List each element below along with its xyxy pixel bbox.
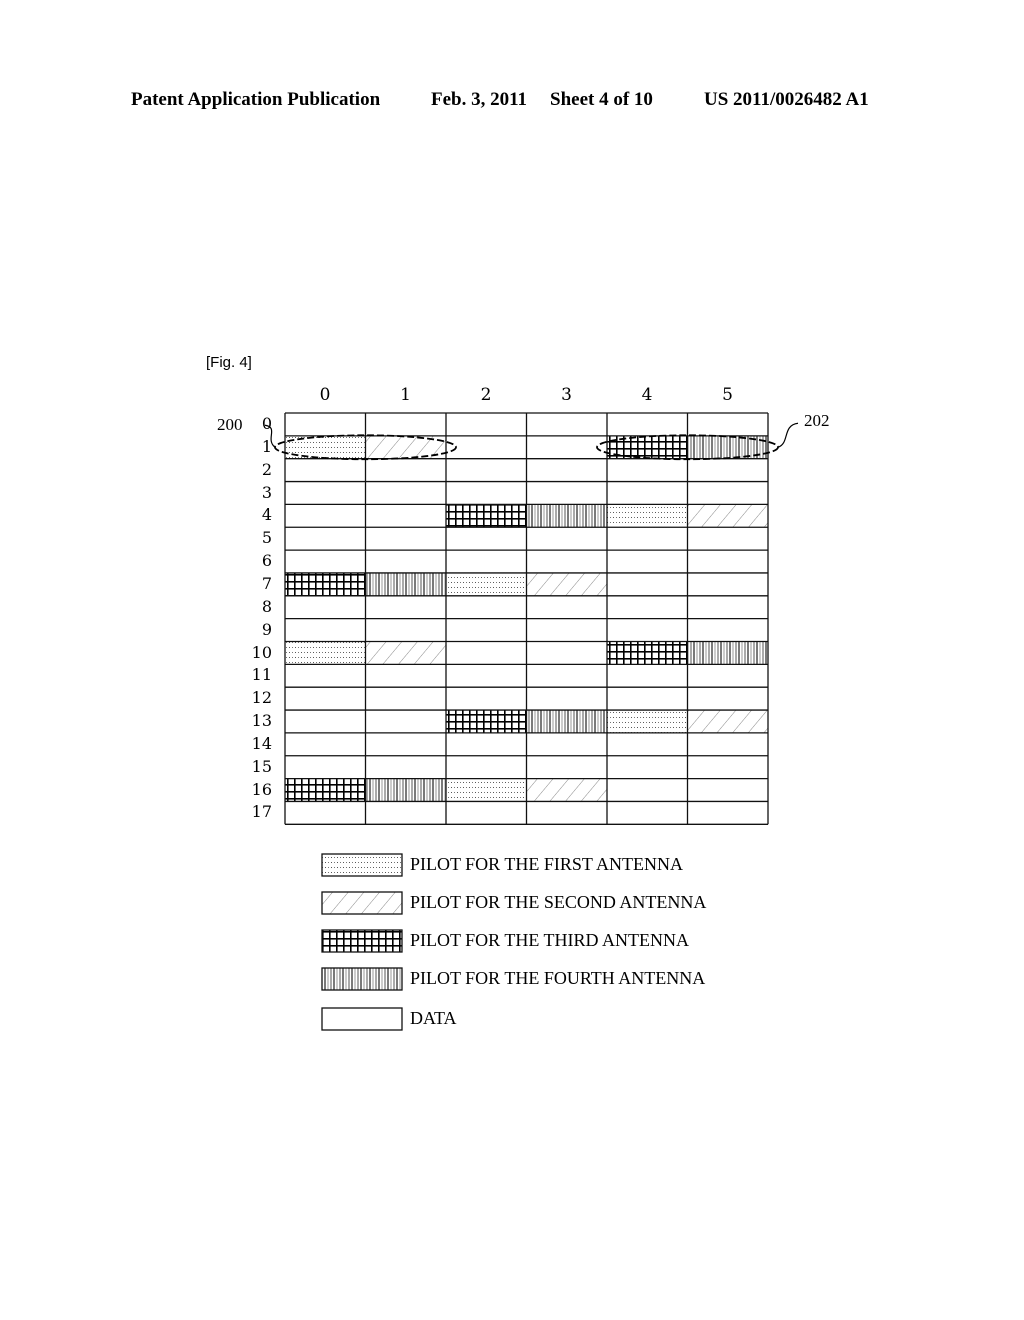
leader-line-202	[777, 422, 799, 448]
pilot-cell-fourth	[365, 778, 446, 802]
legend-swatch-first	[321, 853, 403, 877]
leader-line-200	[264, 424, 276, 448]
legend-swatch-third	[321, 929, 403, 953]
legend-label-second: PILOT FOR THE SECOND ANTENNA	[410, 892, 707, 912]
legend-label-first: PILOT FOR THE FIRST ANTENNA	[410, 854, 684, 874]
pilot-cell-fourth	[365, 572, 446, 596]
pilot-cell-third	[446, 504, 527, 528]
pilot-cell-third	[285, 778, 366, 802]
pilot-cell-second	[526, 572, 607, 596]
pilot-cell-fourth	[687, 641, 768, 665]
legend-label-data: DATA	[410, 1008, 457, 1028]
pilot-cell-second	[365, 641, 446, 665]
pilot-cell-third	[446, 710, 527, 733]
pilot-cell-first	[285, 641, 366, 665]
pilot-cell-first	[607, 710, 688, 733]
pilot-cell-third	[285, 572, 366, 596]
pilot-cell-fourth	[526, 710, 607, 733]
pilot-cell-third	[607, 641, 688, 665]
pilot-cell-second	[687, 710, 768, 733]
legend-label-third: PILOT FOR THE THIRD ANTENNA	[410, 930, 690, 950]
reference-number-200: 200	[217, 415, 243, 435]
legend-swatch-second	[321, 891, 403, 915]
pilot-cell-first	[607, 504, 688, 528]
pilot-cell-fourth	[526, 504, 607, 528]
pilot-cell-first	[446, 778, 527, 802]
pilot-grid-diagram	[264, 412, 799, 1031]
reference-number-202: 202	[804, 411, 830, 431]
pilot-cell-first	[446, 572, 527, 596]
pilot-cell-second	[526, 778, 607, 802]
legend-label-fourth: PILOT FOR THE FOURTH ANTENNA	[410, 968, 706, 988]
pilot-cell-second	[687, 504, 768, 528]
legend-swatch-fourth	[321, 967, 403, 991]
legend-swatch-data	[321, 1007, 403, 1031]
